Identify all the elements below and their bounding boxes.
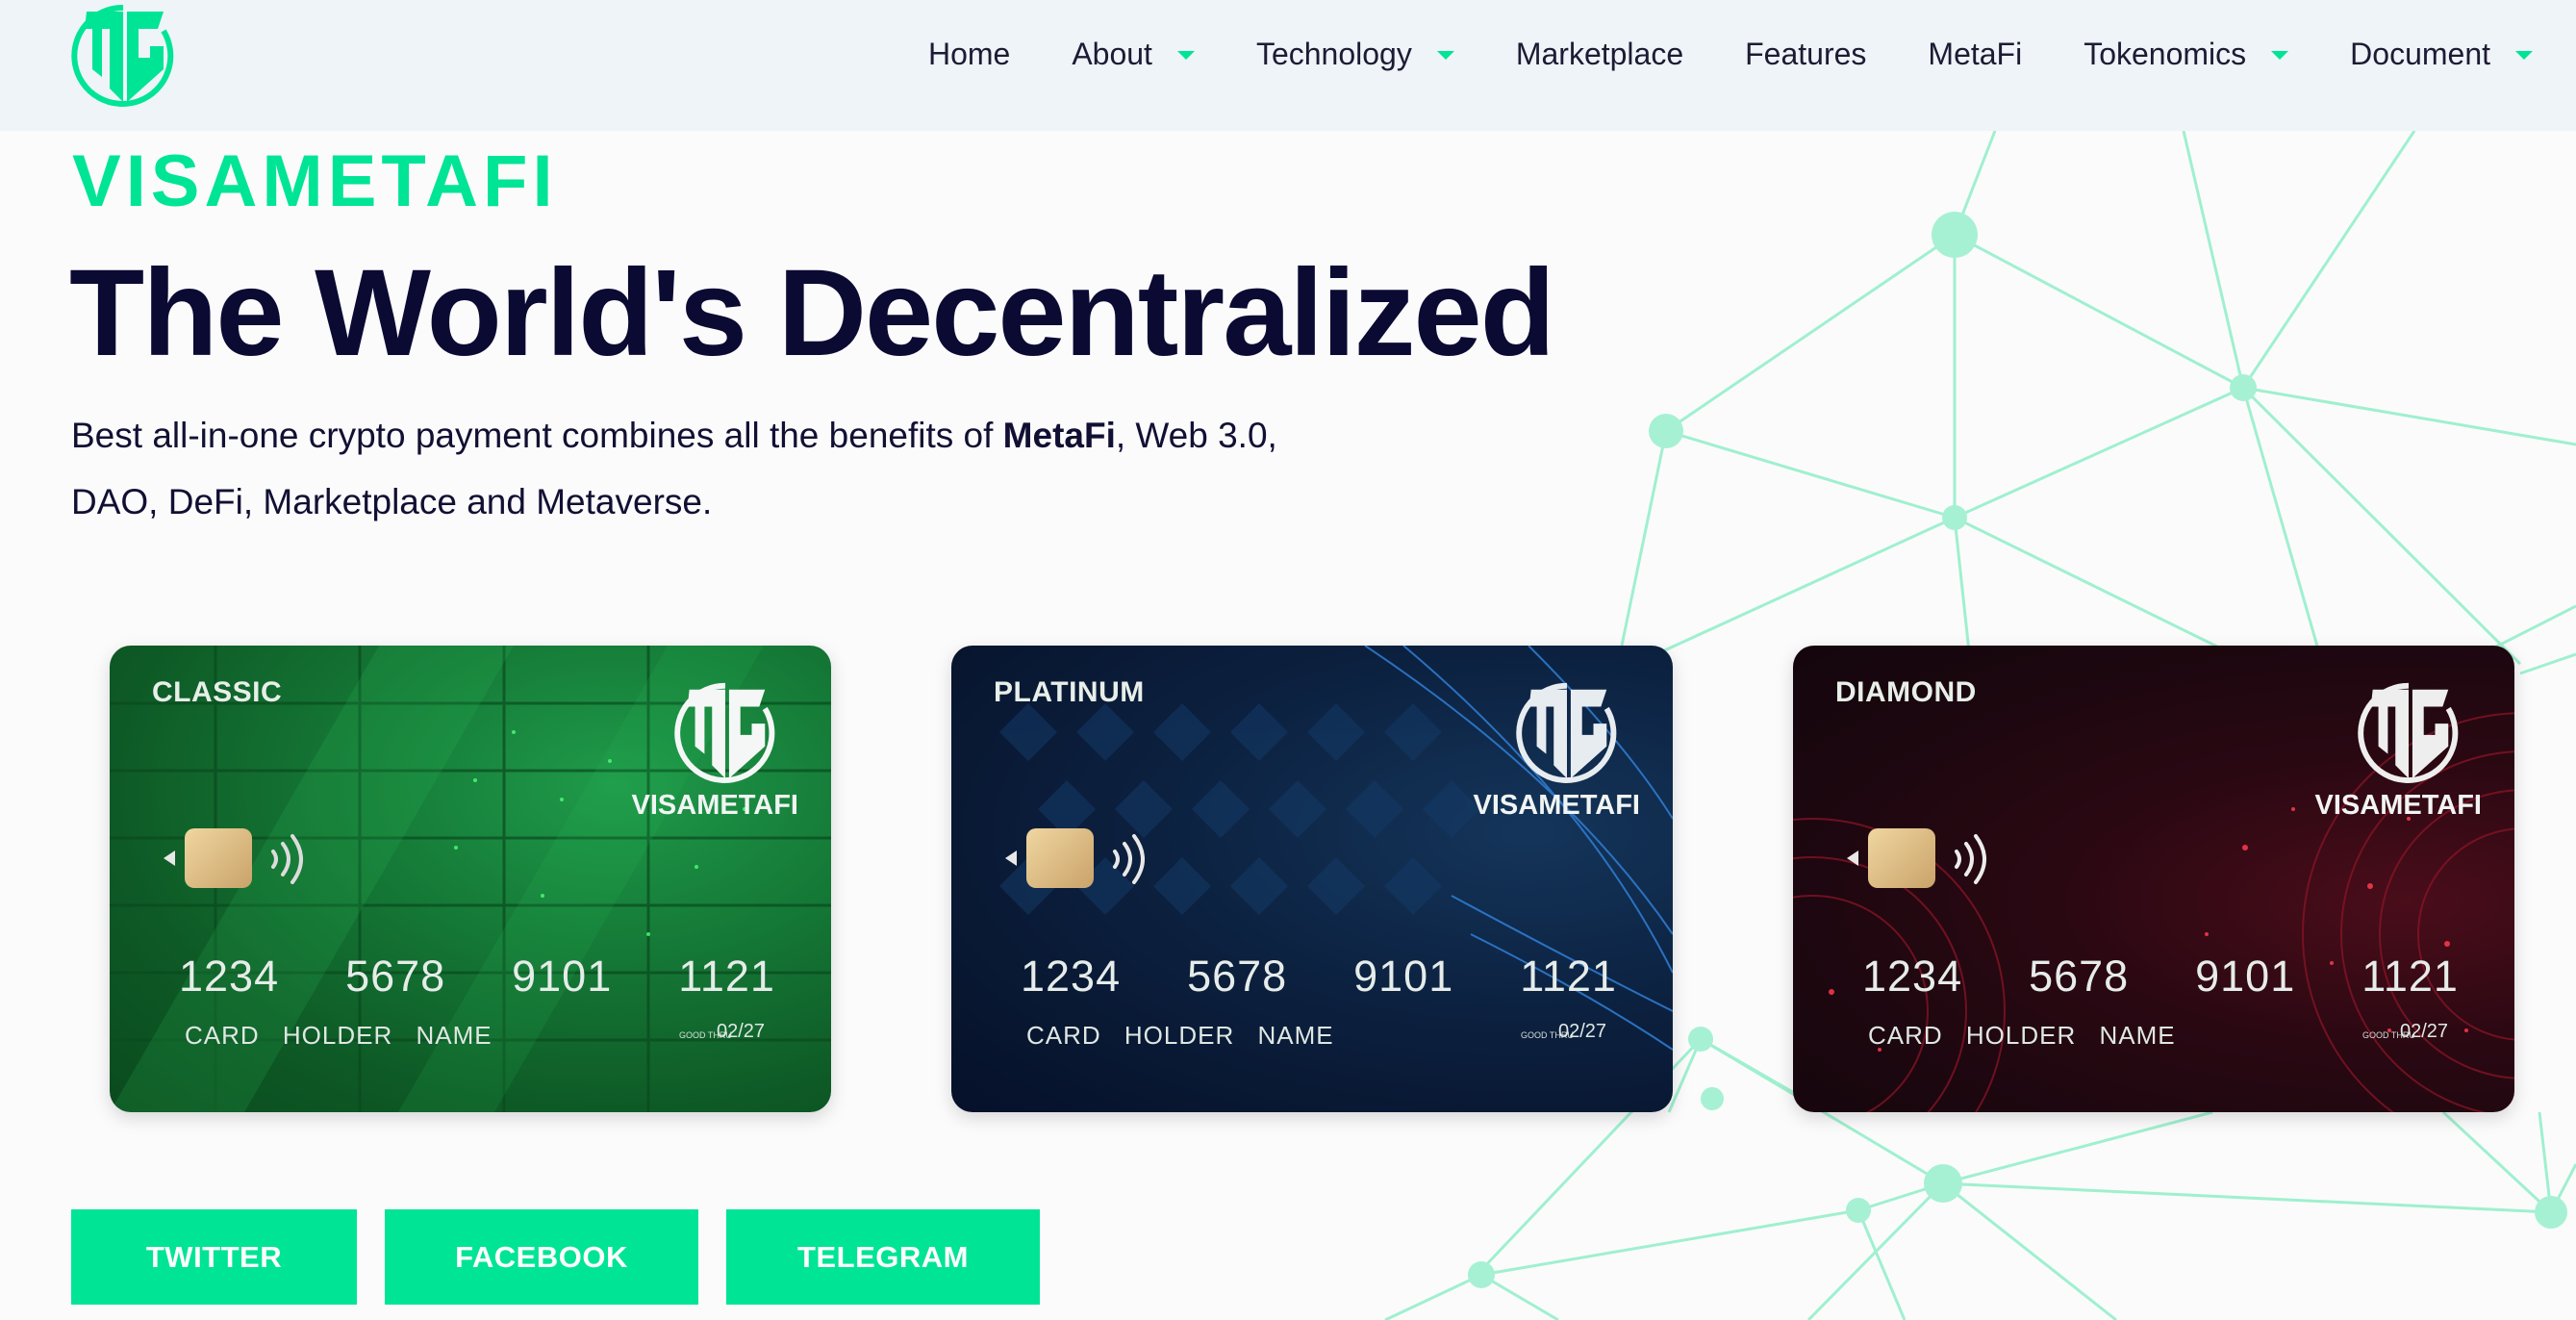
nav-home[interactable]: Home xyxy=(928,37,1010,72)
card-expiry: 02/27 xyxy=(1558,1021,1607,1042)
nav-home-label: Home xyxy=(927,36,1011,71)
nav-about-label: About xyxy=(1072,36,1152,71)
card-number-group: 1234 xyxy=(179,952,280,1001)
telegram-button[interactable]: TELEGRAM xyxy=(726,1209,1040,1305)
card-number-group: 1234 xyxy=(1862,952,1963,1001)
main-menu: Home About Technology Marketplace Featur… xyxy=(867,0,2533,108)
visametafi-card-logo-icon xyxy=(674,682,775,784)
card-number-group: 1121 xyxy=(2361,952,2459,1001)
card-number: 1234 5678 9101 1121 xyxy=(1021,952,1617,1002)
chevron-down-icon xyxy=(2271,50,2289,60)
card-classic[interactable]: CLASSIC VISAMETAFI 1234 5678 9101 1121 C… xyxy=(110,646,831,1112)
visametafi-logo-icon[interactable] xyxy=(67,0,179,108)
contactless-icon xyxy=(271,834,303,884)
nav-tokenomics[interactable]: Tokenomics xyxy=(2084,36,2289,72)
card-expiry: 02/27 xyxy=(717,1021,766,1042)
chip-icon xyxy=(1026,828,1094,888)
card-holder-name: CARD HOLDER NAME xyxy=(1868,1021,2176,1050)
nav-features-label: Features xyxy=(1745,36,1867,71)
top-navbar: Home About Technology Marketplace Featur… xyxy=(0,0,2576,131)
card-brand-label: VISAMETAFI xyxy=(631,790,798,821)
card-number-group: 1121 xyxy=(678,952,775,1001)
chip-icon xyxy=(1868,828,1935,888)
chip-icon xyxy=(185,828,252,888)
nav-document[interactable]: Document xyxy=(2350,37,2533,72)
nav-tokenomics-label: Tokenomics xyxy=(2084,36,2247,71)
card-number-group: 1234 xyxy=(1021,952,1122,1001)
card-number-group: 1121 xyxy=(1520,952,1617,1001)
nav-metafi-label: MetaFi xyxy=(1928,36,2023,71)
nav-metafi[interactable]: MetaFi xyxy=(1928,37,2022,72)
chevron-down-icon xyxy=(1436,50,1454,60)
hero-headline: The World's Decentralized xyxy=(69,244,1555,382)
contactless-icon xyxy=(1113,834,1145,884)
chevron-down-icon xyxy=(1176,50,1195,60)
nav-technology[interactable]: Technology xyxy=(1256,37,1454,72)
card-number-group: 5678 xyxy=(2029,952,2130,1001)
card-diamond[interactable]: DIAMOND VISAMETAFI 1234 5678 9101 1121 C… xyxy=(1793,646,2514,1112)
nav-document-label: Document xyxy=(2350,36,2490,71)
card-holder-name: CARD HOLDER NAME xyxy=(185,1021,492,1050)
card-expiry: 02/27 xyxy=(2400,1021,2449,1042)
brand-name: VISAMETAFI xyxy=(72,140,558,222)
nav-features[interactable]: Features xyxy=(1745,37,1866,72)
card-holder-name: CARD HOLDER NAME xyxy=(1026,1021,1334,1050)
card-number-group: 5678 xyxy=(1187,952,1288,1001)
facebook-button[interactable]: FACEBOOK xyxy=(385,1209,698,1305)
card-number-group: 9101 xyxy=(1353,952,1454,1001)
chevron-down-icon xyxy=(2515,50,2533,60)
arrow-left-icon xyxy=(1847,850,1858,866)
visametafi-card-logo-icon xyxy=(1516,682,1617,784)
card-number: 1234 5678 9101 1121 xyxy=(1862,952,2459,1002)
twitter-button[interactable]: TWITTER xyxy=(71,1209,357,1305)
card-tier-label: DIAMOND xyxy=(1835,676,1977,708)
description-text: Best all-in-one crypto payment combines … xyxy=(71,416,1003,455)
card-tier-label: CLASSIC xyxy=(152,676,283,708)
card-number-group: 9101 xyxy=(512,952,613,1001)
nav-marketplace[interactable]: Marketplace xyxy=(1516,37,1683,72)
arrow-left-icon xyxy=(1005,850,1017,866)
description-highlight: MetaFi xyxy=(1002,416,1116,455)
card-brand-label: VISAMETAFI xyxy=(1473,790,1640,821)
card-number: 1234 5678 9101 1121 xyxy=(179,952,775,1002)
visametafi-card-logo-icon xyxy=(2358,682,2459,784)
card-number-group: 9101 xyxy=(2195,952,2296,1001)
contactless-icon xyxy=(1955,834,1986,884)
hero-description: Best all-in-one crypto payment combines … xyxy=(71,402,1351,535)
card-brand-label: VISAMETAFI xyxy=(2314,790,2482,821)
card-number-group: 5678 xyxy=(345,952,446,1001)
arrow-left-icon xyxy=(164,850,175,866)
nav-technology-label: Technology xyxy=(1255,36,1412,71)
nav-marketplace-label: Marketplace xyxy=(1515,36,1684,71)
card-platinum[interactable]: PLATINUM VISAMETAFI 1234 5678 9101 1121 … xyxy=(951,646,1673,1112)
nav-about[interactable]: About xyxy=(1072,37,1195,72)
card-tier-label: PLATINUM xyxy=(994,676,1145,708)
